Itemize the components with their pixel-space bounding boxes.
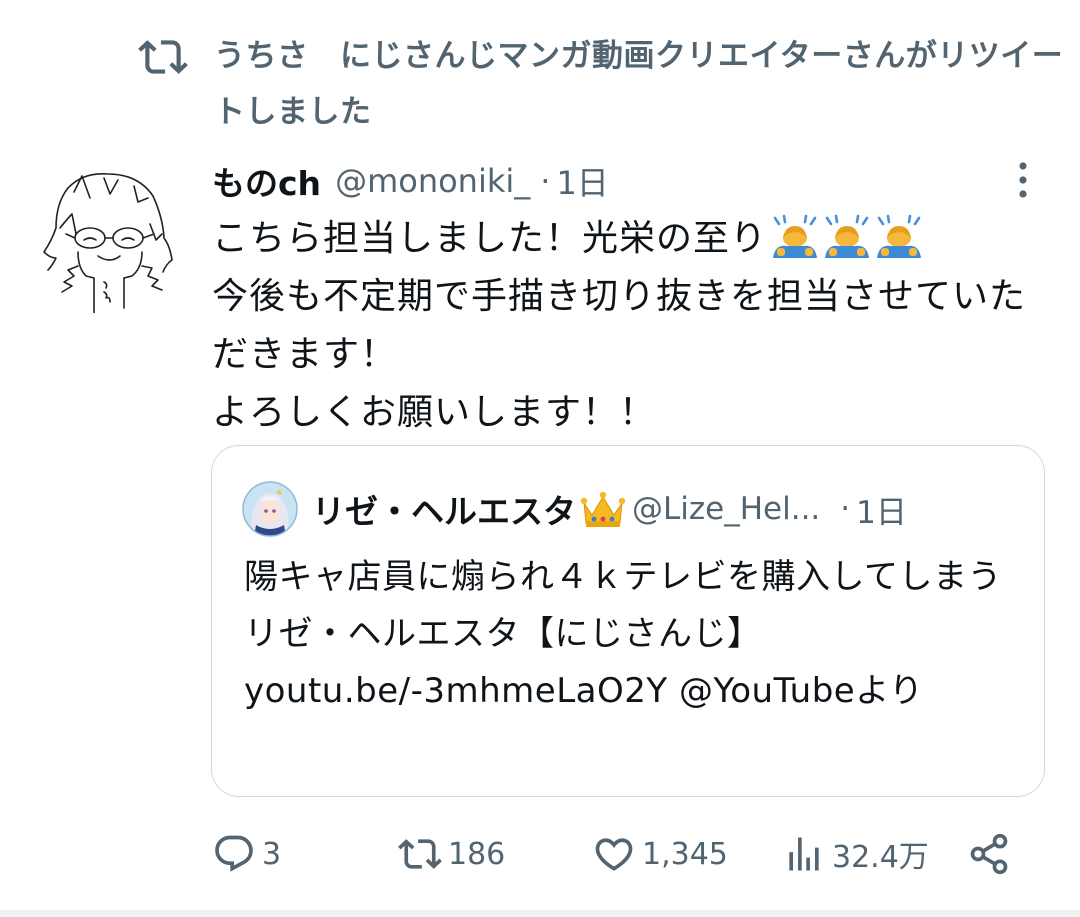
- retweet-icon: [398, 839, 442, 869]
- tweet-text-line3: よろしくお願いします！！: [212, 392, 657, 433]
- tweet-text-line1: こちら担当しました！光栄の至り: [212, 218, 768, 259]
- quoted-tweet-card[interactable]: リゼ・ヘルエスタ @Lize_Hel... · 1日 陽キャ店員に煽られ４ｋテレ…: [211, 445, 1045, 797]
- separator-dot: ·: [540, 162, 551, 200]
- retweet-notice[interactable]: うちさ にじさんじマンガ動画クリエイターさんがリツイートしました: [138, 28, 1068, 140]
- author-handle[interactable]: @mononiki_: [335, 162, 530, 200]
- share-icon: [970, 833, 1008, 875]
- heart-icon: [595, 838, 633, 871]
- crown-icon: [580, 491, 626, 527]
- tweet-action-bar: 3 186 1,345 32.4万: [212, 828, 1032, 880]
- bowing-person-icon: [877, 214, 922, 258]
- quoted-tweet-time[interactable]: 1日: [856, 487, 907, 532]
- quoted-tweet-header: リゼ・ヘルエスタ @Lize_Hel... · 1日: [242, 481, 907, 537]
- like-button[interactable]: 1,345: [592, 828, 728, 880]
- quoted-author-avatar: [242, 481, 298, 537]
- reply-button[interactable]: 3: [212, 828, 281, 880]
- like-count: 1,345: [642, 836, 728, 872]
- tweet-time[interactable]: 1日: [556, 158, 608, 204]
- retweet-button[interactable]: 186: [398, 828, 505, 880]
- bowing-person-icon: [825, 214, 870, 258]
- retweet-icon: [138, 40, 188, 74]
- tweet-header: ものch @mononiki_ · 1日: [212, 156, 609, 206]
- quoted-tweet-text: 陽キャ店員に煽られ４ｋテレビを購入してしまうリゼ・ヘルエスタ【にじさんじ】 yo…: [244, 557, 1002, 711]
- retweet-count: 186: [448, 836, 506, 872]
- bowing-person-icon: [773, 214, 818, 258]
- divider: [0, 910, 1080, 917]
- quoted-author-name[interactable]: リゼ・ヘルエスタ: [312, 485, 576, 533]
- share-button[interactable]: [967, 828, 1011, 880]
- reply-icon: [215, 835, 253, 872]
- tweet-text: こちら担当しました！光栄の至り 今後も不定期で手描き切り抜きを担当させていただき…: [212, 210, 1042, 442]
- views-button[interactable]: 32.4万: [782, 828, 929, 880]
- quoted-author-handle[interactable]: @Lize_Hel...: [632, 491, 820, 527]
- retweet-notice-text: うちさ にじさんじマンガ動画クリエイターさんがリツイートしました: [214, 38, 1064, 130]
- tweet-text-line2: 今後も不定期で手描き切り抜きを担当させていただきます！: [212, 276, 1027, 375]
- more-options-icon[interactable]: [1006, 160, 1040, 200]
- author-name[interactable]: ものch: [212, 157, 321, 205]
- views-chart-icon: [789, 837, 819, 871]
- bowing-emoji-group: [771, 214, 927, 258]
- quoted-separator-dot: ·: [840, 491, 851, 527]
- reply-count: 3: [262, 836, 282, 872]
- author-avatar[interactable]: [38, 168, 178, 313]
- view-count: 32.4万: [832, 840, 929, 875]
